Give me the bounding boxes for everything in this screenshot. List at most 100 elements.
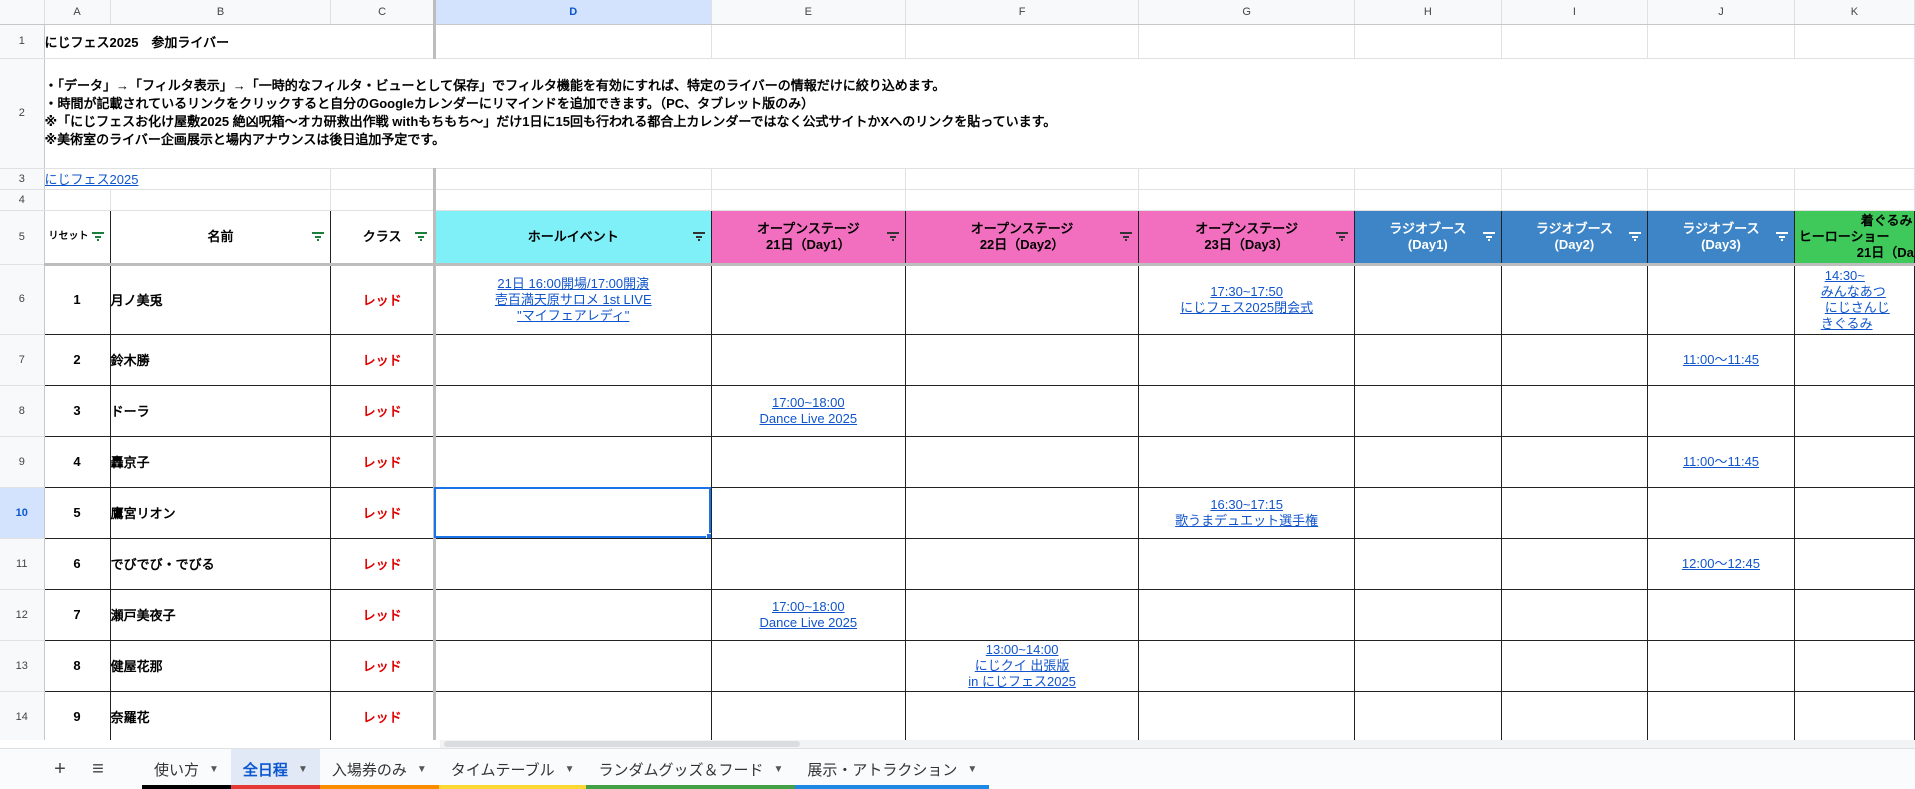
row-header[interactable]: 4 [0,189,45,211]
row-header[interactable]: 6 [0,264,45,335]
sheet-tab-exhibits[interactable]: 展示・アトラクション ▼ [795,749,990,789]
cell[interactable] [1501,385,1649,437]
member-class[interactable]: レッド [330,640,436,692]
cell[interactable] [711,691,906,740]
row-header[interactable]: 13 [0,640,45,692]
member-number[interactable]: 3 [43,385,111,437]
member-name[interactable]: 奈羅花 [110,691,332,740]
cell[interactable] [330,189,436,211]
cell[interactable] [434,189,712,211]
radio-day3-cell[interactable]: 12:00～12:45 [1647,538,1795,590]
cell[interactable] [434,691,712,740]
cell[interactable] [905,168,1140,190]
filter-icon[interactable] [692,231,705,241]
cell[interactable] [1501,640,1649,692]
cell[interactable] [1354,589,1502,641]
event-link[interactable]: Dance Live 2025 [712,411,905,427]
fill-handle[interactable] [705,532,711,537]
event-link[interactable]: in にじフェス2025 [906,674,1138,690]
header-hall-event[interactable]: ホールイベント [434,209,712,266]
cell[interactable] [1794,189,1915,211]
member-number[interactable]: 8 [43,640,111,692]
cell[interactable] [1138,640,1356,692]
cell[interactable] [434,538,712,590]
row-header[interactable]: 10 [0,487,45,539]
filter-icon[interactable] [1775,231,1788,241]
cell[interactable] [1794,487,1915,539]
header-radio-day1[interactable]: ラジオブース (Day1) [1354,209,1502,266]
kigurumi-cell[interactable]: 14:30~ みんなあつ にじさんじ きぐるみ [1794,264,1915,335]
column-header-j[interactable]: J [1647,0,1795,25]
event-link[interactable]: 14:30~ [1825,268,1914,284]
cell[interactable] [905,691,1140,740]
column-header-k[interactable]: K [1794,0,1915,25]
open-stage-day3-cell[interactable]: 17:30~17:50 にじフェス2025閉会式 [1138,264,1356,335]
filter-icon[interactable] [1336,231,1349,241]
cell[interactable] [434,436,712,488]
member-name[interactable]: 月ノ美兎 [110,264,332,335]
column-header-b[interactable]: B [110,0,332,25]
cell[interactable] [1794,691,1915,740]
cell[interactable] [1794,334,1915,386]
cell[interactable] [1647,487,1795,539]
filter-icon[interactable] [1482,231,1495,241]
event-link[interactable]: "マイフェアレディ" [436,308,710,324]
page-title[interactable]: にじフェス2025 参加ライバー [44,24,436,59]
event-link[interactable]: 壱百満天原サロメ 1st LIVE [436,292,710,308]
cell[interactable] [905,385,1140,437]
event-link[interactable]: 11:00～11:45 [1648,352,1793,368]
member-class[interactable]: レッド [330,385,436,437]
header-open-stage-day2[interactable]: オープンステージ 22日（Day2） [905,209,1140,266]
cell[interactable] [1138,189,1356,211]
corner-cell[interactable] [0,0,45,25]
member-number[interactable]: 1 [43,264,111,335]
event-link[interactable]: 16:30~17:15 [1139,497,1353,513]
member-number[interactable]: 4 [43,436,111,488]
header-open-stage-day3[interactable]: オープンステージ 23日（Day3） [1138,209,1356,266]
cell[interactable] [1354,264,1502,335]
cell[interactable] [1501,436,1649,488]
header-radio-day3[interactable]: ラジオブース (Day3) [1647,209,1795,266]
event-link[interactable]: 歌うまデュエット選手権 [1139,513,1353,529]
row-header[interactable]: 12 [0,589,45,641]
cell[interactable] [434,640,712,692]
caret-down-icon[interactable]: ▼ [209,764,219,775]
row-header[interactable]: 7 [0,334,45,386]
cell[interactable] [1138,385,1356,437]
cell[interactable] [711,640,906,692]
member-number[interactable]: 7 [43,589,111,641]
cell[interactable] [1354,168,1502,190]
cell[interactable] [1354,538,1502,590]
hall-event-cell[interactable]: 21日 16:00開場/17:00開演 壱百満天原サロメ 1st LIVE "マ… [434,264,712,335]
cell[interactable] [1501,24,1649,59]
notes-cell[interactable]: ・「データ」→「フィルタ表示」→「一時的なフィルタ・ビューとして保存」でフィルタ… [44,58,1915,169]
cell[interactable] [1647,24,1795,59]
cell[interactable] [1794,436,1915,488]
cell[interactable] [1138,334,1356,386]
event-link[interactable]: Dance Live 2025 [712,615,905,631]
open-stage-day1-cell[interactable]: 17:00~18:00 Dance Live 2025 [711,385,906,437]
header-class[interactable]: クラス [330,209,436,266]
member-name[interactable]: 轟京子 [110,436,332,488]
cell[interactable] [711,24,906,59]
cell[interactable] [434,24,712,59]
cell[interactable] [44,189,111,211]
row-header[interactable]: 2 [0,58,45,169]
row-header[interactable]: 14 [0,691,45,740]
cell[interactable] [1647,168,1795,190]
event-link[interactable]: 21日 16:00開場/17:00開演 [436,276,710,292]
sheet-tab-timetable[interactable]: タイムテーブル ▼ [438,749,587,789]
cell[interactable] [1138,691,1356,740]
cell[interactable] [905,189,1140,211]
cell[interactable] [434,168,712,190]
caret-down-icon[interactable]: ▼ [417,764,427,775]
cell[interactable] [1501,487,1649,539]
column-header-d[interactable]: D [434,0,712,25]
cell[interactable] [905,589,1140,641]
header-name[interactable]: 名前 [110,209,332,266]
horizontal-scrollbar[interactable] [440,740,1915,748]
filter-icon[interactable] [414,231,427,241]
cell[interactable] [711,189,906,211]
member-name[interactable]: 鷹宮リオン [110,487,332,539]
column-header-c[interactable]: C [330,0,436,25]
